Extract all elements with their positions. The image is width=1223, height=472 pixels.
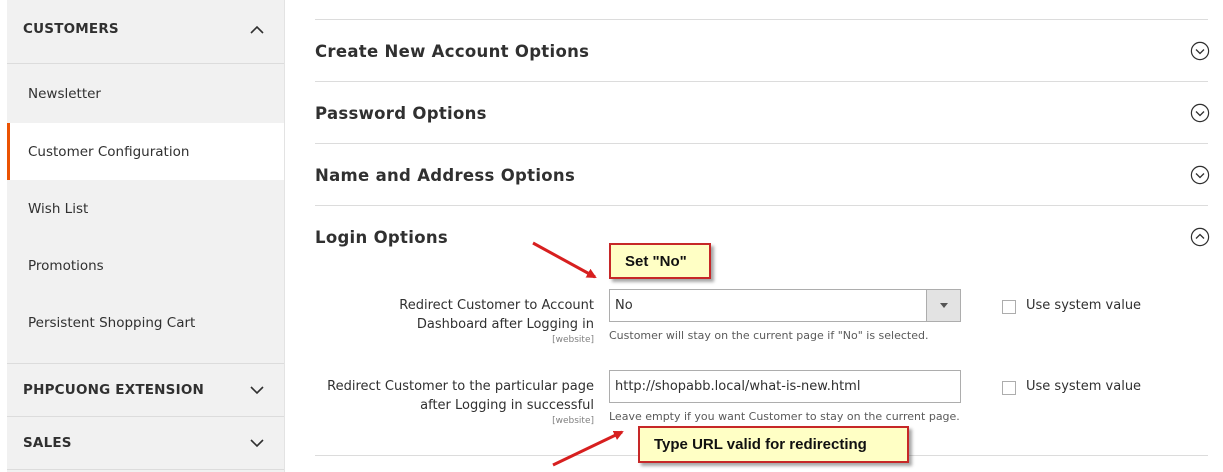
annotation-arrow-icon [532,241,624,467]
